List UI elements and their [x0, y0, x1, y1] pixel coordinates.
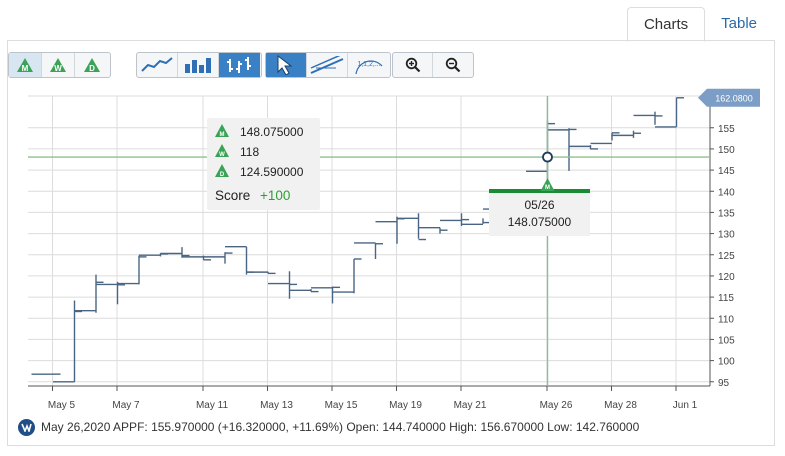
score-value: +100	[260, 188, 290, 203]
x-tick-label: May 15	[325, 400, 358, 411]
quote-summary: May 26,2020 APPF: 155.970000 (+16.320000…	[41, 420, 640, 434]
crosshair-date: 05/26	[524, 198, 554, 212]
data-tooltip: M 148.075000 W 118 D 124.590000 Score +100	[207, 118, 320, 210]
signal-letter: W	[219, 152, 225, 158]
crosshair-label: M 05/26 148.075000	[489, 178, 590, 236]
ohlc-bar	[160, 247, 190, 258]
y-tick-label: 105	[718, 335, 735, 346]
last-price-label: 162.0800	[698, 88, 760, 107]
last-price-text: 162.0800	[715, 93, 753, 103]
ohlc-bar	[96, 281, 126, 305]
ohlc-bar	[590, 132, 620, 145]
y-tick-label: 155	[718, 124, 735, 135]
signal-letter: M	[220, 132, 225, 138]
ohlc-bar	[246, 271, 276, 275]
x-tick-label: Jun 1	[673, 400, 698, 411]
x-tick-label: May 13	[260, 400, 293, 411]
y-tick-label: 95	[718, 378, 730, 389]
crosshair-value: 148.075000	[508, 215, 572, 229]
ohlc-bar	[547, 128, 577, 171]
x-tick-label: May 5	[48, 400, 76, 411]
ohlc-bar	[117, 255, 147, 285]
ohlc-bar	[612, 130, 642, 138]
brand-logo-icon	[18, 418, 35, 436]
ohlc-bar	[354, 242, 384, 259]
y-tick-label: 110	[718, 314, 734, 325]
y-tick-label: 115	[718, 293, 734, 304]
ohlc-bar	[375, 216, 405, 244]
signal-letter: M	[545, 185, 550, 191]
ohlc-bar	[268, 271, 298, 299]
ohlc-bar	[74, 274, 104, 313]
y-tick-label: 135	[718, 208, 735, 219]
ohlc-bar	[53, 300, 83, 383]
y-tick-label: 125	[718, 251, 735, 262]
score-label: Score	[215, 188, 250, 203]
crosshair-label-box	[489, 190, 590, 236]
x-tick-label: May 28	[604, 400, 637, 411]
ohlc-bar	[225, 246, 255, 275]
ohlc-bar	[311, 286, 341, 304]
ohlc-bar	[289, 289, 319, 293]
signal-bar	[489, 189, 590, 193]
y-tick-label: 140	[718, 187, 735, 198]
x-tick-label: May 7	[112, 400, 140, 411]
tooltip-value: 148.075000	[240, 125, 304, 139]
signal-letter: D	[220, 172, 225, 178]
tooltip-value: 124.590000	[240, 165, 304, 179]
y-tick-label: 120	[718, 272, 735, 283]
ohlc-bar	[418, 226, 448, 234]
price-chart[interactable]: 95 100 105 110 115 120 125 130 135 140 145 150 155 Ma…	[0, 0, 785, 456]
quote-footer: May 26,2020 APPF: 155.970000 (+16.320000…	[18, 417, 639, 437]
x-tick-label: May 11	[196, 400, 228, 411]
ohlc-bar	[397, 213, 427, 241]
x-tick-label: May 21	[454, 400, 487, 411]
ohlc-bar	[655, 97, 685, 128]
ohlc-bar	[203, 252, 233, 264]
y-tick-label: 150	[718, 145, 735, 156]
y-tick-label: 100	[718, 357, 735, 368]
y-tick-label: 145	[718, 166, 735, 177]
y-tick-label: 130	[718, 230, 735, 241]
tooltip-value: 118	[240, 145, 259, 159]
x-tick-label: May 19	[389, 400, 422, 411]
x-tick-label: May 26	[540, 400, 573, 411]
crosshair-marker[interactable]	[542, 151, 553, 163]
ohlc-bar	[633, 111, 663, 125]
